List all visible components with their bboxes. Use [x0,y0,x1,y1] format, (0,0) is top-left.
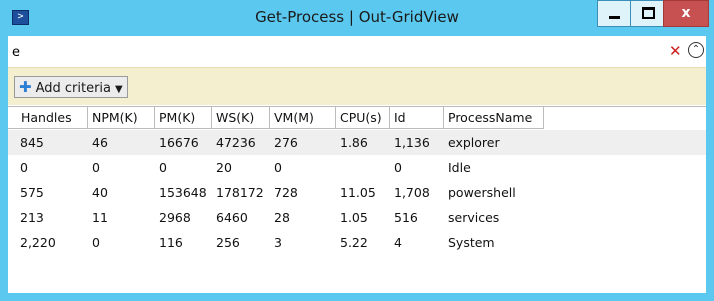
cell-cpu: 1.86 [340,135,368,150]
cell-ws: 178172 [216,185,264,200]
cell-npm: 0 [92,235,100,250]
cell-pm: 153648 [159,185,207,200]
maximize-icon [642,7,655,19]
cell-npm: 11 [92,210,108,225]
cell-id: 1,136 [394,135,430,150]
clear-filter-icon[interactable]: ✕ [669,43,682,59]
title-bar[interactable]: > Get-Process | Out-GridView x [0,0,714,36]
cell-cpu [336,155,394,180]
cell-handles: 575 [20,185,44,200]
close-button[interactable]: x [663,0,709,27]
collapse-criteria-icon[interactable]: ⌃ [688,42,704,58]
column-header-cpu[interactable]: CPU(s) [336,107,390,129]
table-row[interactable]: 845 46 16676 47236 276 1.86 1,136 explor… [8,130,706,155]
cell-cpu: 1.05 [340,210,368,225]
cell-id: 1,708 [394,185,430,200]
cell-npm: 0 [92,160,100,175]
cell-vm: 276 [274,135,298,150]
column-header-handles[interactable]: Handles [8,107,88,129]
cell-handles: 2,220 [20,235,56,250]
cell-processname: powershell [448,185,516,200]
cell-id: 4 [394,235,402,250]
cell-ws: 20 [216,160,232,175]
column-header-vm[interactable]: VM(M) [270,107,336,129]
table-row[interactable]: 213 11 2968 6460 28 1.05 516 services [8,205,706,230]
cell-processname: services [448,210,500,225]
cell-pm: 0 [159,160,167,175]
column-header-processname[interactable]: ProcessName [444,107,544,129]
close-icon: x [681,5,691,21]
table-row[interactable]: 0 0 0 20 0 0 Idle [8,155,706,180]
table-row[interactable]: 2,220 0 116 256 3 5.22 4 System [8,230,706,255]
criteria-bar: ✚ Add criteria ▼ [8,67,706,105]
cell-processname: explorer [448,135,500,150]
cell-id: 0 [394,160,402,175]
filter-input[interactable] [12,43,667,61]
cell-ws: 47236 [216,135,256,150]
cell-cpu: 5.22 [340,235,368,250]
cell-pm: 116 [159,235,183,250]
cell-pm: 16676 [159,135,199,150]
column-header-ws[interactable]: WS(K) [212,107,270,129]
column-header-id[interactable]: Id [390,107,444,129]
cell-vm: 0 [274,160,282,175]
maximize-button[interactable] [630,0,664,27]
minimize-icon [609,16,620,19]
cell-ws: 256 [216,235,240,250]
cell-vm: 28 [274,210,290,225]
cell-vm: 3 [274,235,282,250]
window: > Get-Process | Out-GridView x ✕ ⌃ ✚Add … [0,0,714,301]
cell-ws: 6460 [216,210,248,225]
client-area: ✕ ⌃ ✚Add criteria▼ Handles NPM(K) PM(K) … [8,36,706,293]
cell-processname: Idle [448,160,471,175]
dropdown-caret-icon: ▼ [115,84,123,95]
table-row[interactable]: 575 40 153648 178172 728 11.05 1,708 pow… [8,180,706,205]
cell-npm: 46 [92,135,108,150]
cell-vm: 728 [274,185,298,200]
cell-cpu: 11.05 [340,185,376,200]
process-grid[interactable]: Handles NPM(K) PM(K) WS(K) VM(M) CPU(s) … [8,106,706,294]
add-criteria-label: Add criteria [35,81,112,96]
cell-handles: 0 [20,160,28,175]
add-criteria-button[interactable]: ✚ Add criteria ▼ [14,76,128,98]
column-header-npm[interactable]: NPM(K) [88,107,155,129]
column-header-pm[interactable]: PM(K) [155,107,212,129]
cell-handles: 845 [20,135,44,150]
cell-handles: 213 [20,210,44,225]
filter-row: ✕ ⌃ [8,36,706,67]
plus-icon: ✚ [19,78,32,96]
cell-npm: 40 [92,185,108,200]
cell-processname: System [448,235,495,250]
cell-pm: 2968 [159,210,191,225]
cell-id: 516 [394,210,418,225]
minimize-button[interactable] [597,0,631,27]
